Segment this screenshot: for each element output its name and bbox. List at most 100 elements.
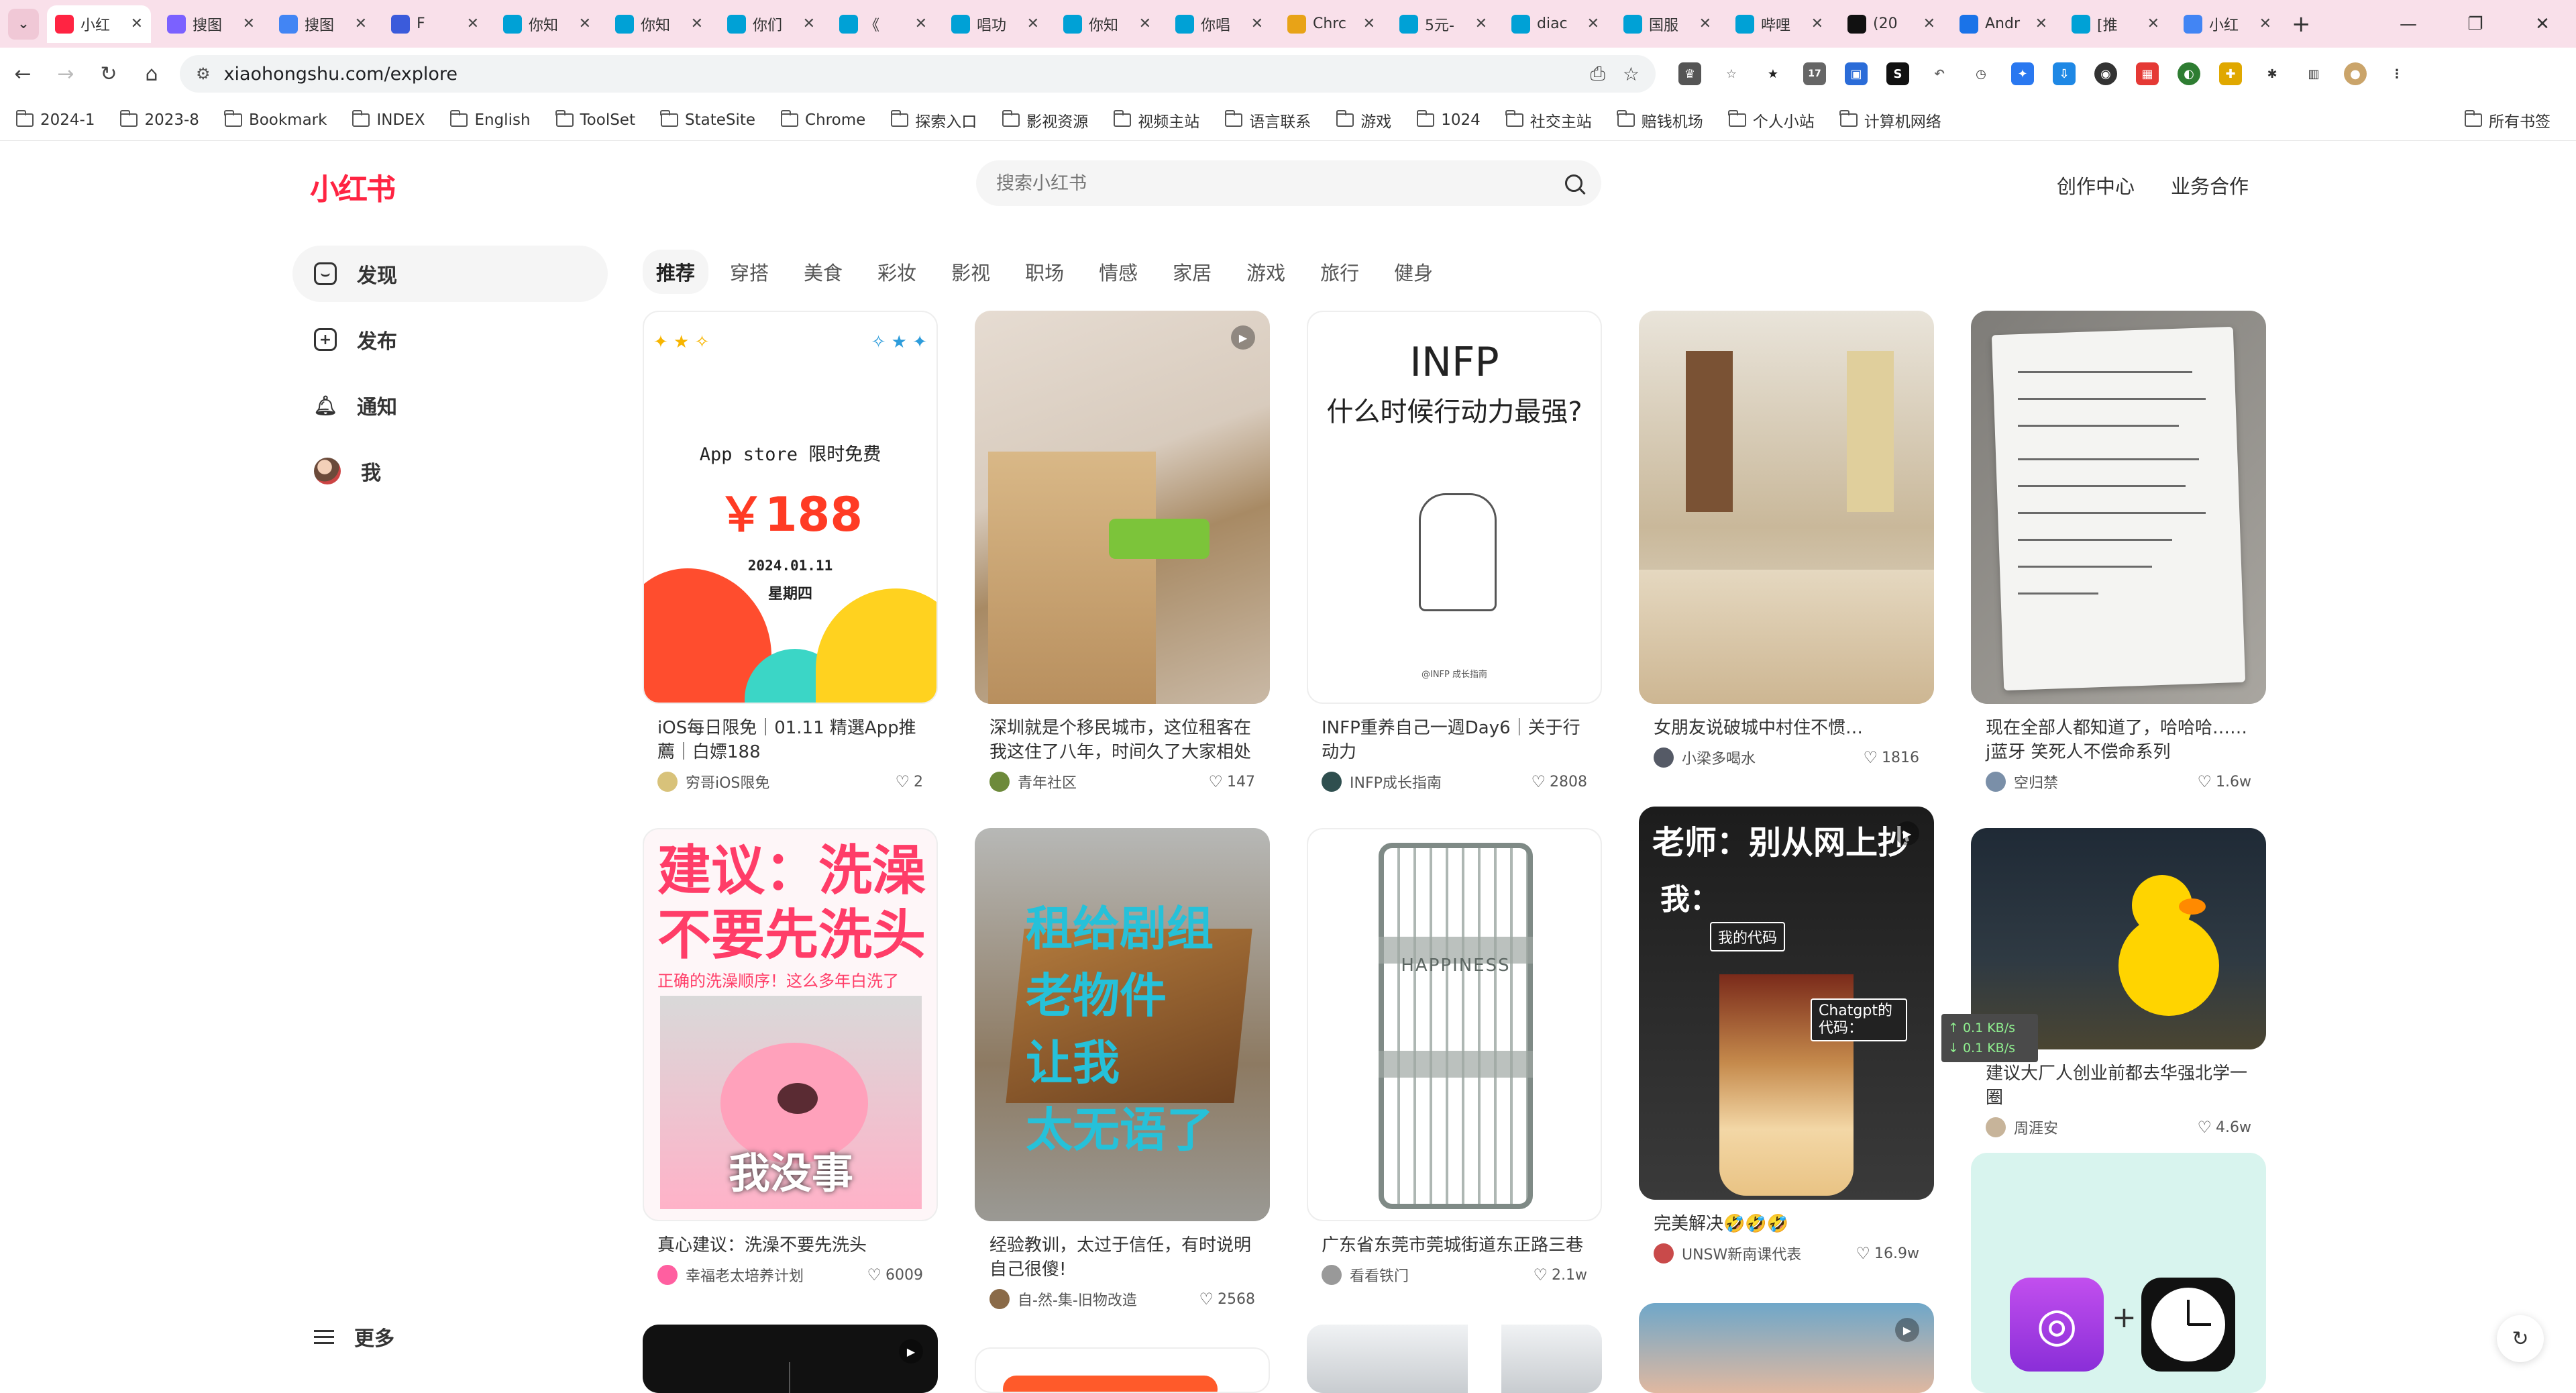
browser-tab[interactable]: 小红 ✕ [2176,5,2279,43]
note-title[interactable]: 经验教训，太过于信任，有时说明自己很傻! [975,1233,1270,1282]
bookmark-folder[interactable]: 2024-1 [15,109,95,132]
close-tab-icon[interactable]: ✕ [1923,15,1935,32]
browser-tab[interactable]: 你们 ✕ [719,5,823,43]
close-tab-icon[interactable]: ✕ [1475,15,1487,32]
close-tab-icon[interactable]: ✕ [243,15,255,32]
extension-clock-icon[interactable]: ◷ [1970,62,1992,85]
back-button[interactable]: ← [3,62,43,86]
note-card[interactable]: ◎ + [1971,1153,2266,1393]
refresh-feed-button[interactable]: ↻ [2497,1315,2544,1362]
author-name[interactable]: UNSW新南课代表 [1682,1243,1856,1264]
author-name[interactable]: 周涯安 [2014,1117,2198,1138]
note-cover[interactable]: 建议：洗澡 不要先洗头 正确的洗澡顺序！这么多年白洗了 我没事 [643,828,938,1221]
extension-sparkle-icon[interactable]: ✦ [2011,62,2034,85]
extension-star-outline-icon[interactable]: ☆ [1720,62,1743,85]
close-tab-icon[interactable]: ✕ [579,15,591,32]
close-tab-icon[interactable]: ✕ [803,15,815,32]
extension-globe-icon[interactable]: ◉ [2094,62,2117,85]
author-name[interactable]: 幸福老太培养计划 [686,1264,867,1286]
extension-puzzle-yellow-icon[interactable]: ✚ [2219,62,2242,85]
note-card[interactable]: ▶ 深圳就是个移民城市，这位租客在我这住了八年，时间久了大家相处的… 青年社区 … [975,311,1270,792]
note-card[interactable] [975,1347,1270,1393]
extension-translate-icon[interactable]: ◐ [2178,62,2200,85]
home-button[interactable]: ⌂ [131,62,172,86]
search-bar[interactable] [976,160,1601,206]
sidebar-item-discover[interactable]: ⌣ 发现 [292,246,608,302]
close-tab-icon[interactable]: ✕ [1027,15,1039,32]
author-name[interactable]: 青年社区 [1018,771,1208,792]
channel-tab[interactable]: 美食 [790,250,856,294]
close-tab-icon[interactable]: ✕ [1587,15,1599,32]
channel-tab[interactable]: 旅行 [1307,250,1373,294]
author-name[interactable]: 空归禁 [2014,771,2198,792]
note-title[interactable]: 深圳就是个移民城市，这位租客在我这住了八年，时间久了大家相处的… [975,716,1270,764]
author-avatar[interactable] [989,1289,1010,1309]
close-tab-icon[interactable]: ✕ [915,15,927,32]
bookmark-folder[interactable]: 社交主站 [1505,109,1592,132]
browser-tab[interactable]: 《 ✕ [831,5,935,43]
channel-tab[interactable]: 健身 [1381,250,1446,294]
browser-tab[interactable]: 你知 ✕ [495,5,599,43]
browser-tab[interactable]: F ✕ [383,5,487,43]
note-title[interactable]: 女朋友说破城中村住不惯… [1639,716,1934,740]
browser-tab[interactable]: 小红 ✕ [47,5,151,43]
author-name[interactable]: 穷哥iOS限免 [686,771,895,792]
extension-reply-icon[interactable]: ↶ [1928,62,1951,85]
note-card[interactable]: 老师：别从网上抄 我： 我的代码 Chatgpt的代码： ▶ 完美解决🤣🤣🤣 U… [1639,807,1934,1264]
extensions-puzzle-icon[interactable]: ✱ [2261,62,2284,85]
profile-avatar-icon[interactable]: ● [2344,62,2367,85]
note-card[interactable]: 女朋友说破城中村住不惯… 小梁多喝水 ♡ 1816 [1639,311,1934,768]
url-text[interactable]: xiaohongshu.com/explore [224,64,458,85]
site-info-icon[interactable]: ⚙ [196,64,211,83]
author-avatar[interactable] [989,772,1010,792]
close-tab-icon[interactable]: ✕ [691,15,703,32]
author-avatar[interactable] [1322,1265,1342,1285]
close-tab-icon[interactable]: ✕ [467,15,479,32]
author-avatar[interactable] [1654,1243,1674,1263]
note-title[interactable]: 建议大厂人创业前都去华强北学一圈 [1971,1062,2266,1110]
bookmark-folder[interactable]: 2023-8 [119,109,199,132]
browser-tab[interactable]: Andr ✕ [1951,5,2055,43]
note-title[interactable]: 广东省东莞市莞城街道东正路三巷 [1307,1233,1602,1257]
like-icon[interactable]: ♡ [1534,1266,1548,1284]
close-tab-icon[interactable]: ✕ [355,15,367,32]
browser-tab[interactable]: 国服 ✕ [1615,5,1719,43]
channel-tab[interactable]: 情感 [1085,250,1151,294]
extension-star-icon[interactable]: ★ [1762,62,1784,85]
bookmark-folder[interactable]: 探索入口 [890,109,977,132]
note-cover[interactable]: HAPPINESS [1307,828,1602,1221]
extension-grid-icon[interactable]: ▦ [2136,62,2159,85]
note-card[interactable]: HAPPINESS 广东省东莞市莞城街道东正路三巷 看看铁门 ♡ 2.1w [1307,828,1602,1286]
note-card[interactable] [1307,1325,1602,1393]
all-bookmarks-folder[interactable]: 所有书签 [2464,100,2551,140]
author-avatar[interactable] [1654,747,1674,768]
note-title[interactable]: iOS每日限免｜01.11 精選App推薦｜白嫖188 [643,716,938,764]
xiaohongshu-logo[interactable]: 小红书 [310,165,396,208]
channel-tab[interactable]: 影视 [938,250,1004,294]
browser-tab[interactable]: 搜图 ✕ [271,5,375,43]
bookmark-folder[interactable]: English [449,109,531,132]
browser-menu-icon[interactable]: ⋮ [2385,62,2408,85]
note-cover[interactable] [1639,311,1934,704]
extension-badge-icon[interactable]: 17 [1803,62,1826,85]
note-card[interactable]: INFP 什么时候行动力最强? @INFP 成长指南 INFP重养自己一週Day… [1307,311,1602,792]
note-card[interactable]: 建议：洗澡 不要先洗头 正确的洗澡顺序！这么多年白洗了 我没事 真心建议：洗澡不要… [643,828,938,1286]
close-tab-icon[interactable]: ✕ [1139,15,1151,32]
creator-center-link[interactable]: 创作中心 [2057,171,2135,199]
close-tab-icon[interactable]: ✕ [1811,15,1823,32]
author-avatar[interactable] [1986,772,2006,792]
browser-tab[interactable]: 哔哩 ✕ [1727,5,1831,43]
close-tab-icon[interactable]: ✕ [1363,15,1375,32]
note-card[interactable]: ▶ [1639,1303,1934,1393]
browser-tab[interactable]: 你知 ✕ [607,5,711,43]
sidebar-item-me[interactable]: 我 [292,443,608,499]
side-panel-icon[interactable]: ▥ [2302,62,2325,85]
bookmark-folder[interactable]: 语言联系 [1224,109,1311,132]
note-cover[interactable] [1971,311,2266,704]
sidebar-more-button[interactable]: 更多 [314,1322,394,1351]
browser-tab[interactable]: 唱功 ✕ [943,5,1047,43]
bookmark-folder[interactable]: Bookmark [224,109,327,132]
note-cover[interactable]: ✦ ★ ✧ ✧ ★ ✦ App store 限时免费 ￥188 2024.01.… [643,311,938,704]
like-icon[interactable]: ♡ [1856,1244,1871,1263]
bookmark-star-icon[interactable]: ☆ [1623,63,1640,85]
